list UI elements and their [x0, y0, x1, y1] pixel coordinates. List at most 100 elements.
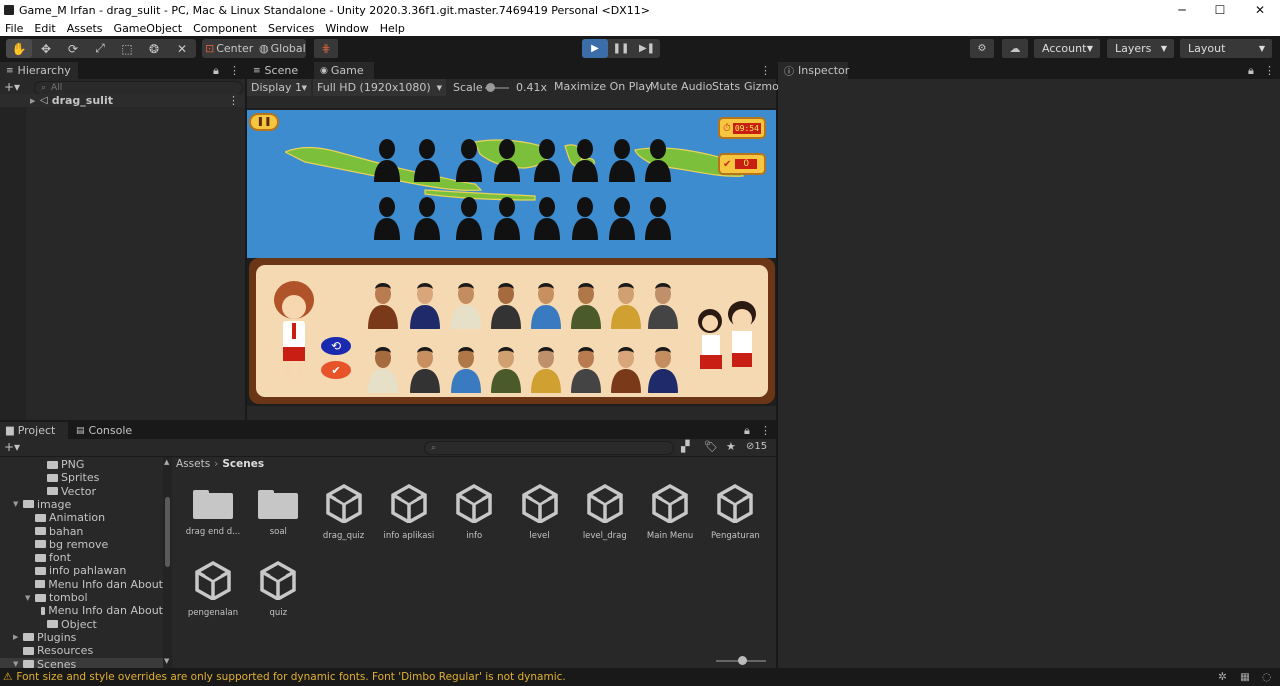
silhouette-slot[interactable] — [643, 136, 673, 182]
silhouette-slot[interactable] — [532, 136, 562, 182]
menu-edit[interactable]: Edit — [34, 22, 55, 35]
menu-services[interactable]: Services — [268, 22, 314, 35]
pause-icon[interactable]: ❚❚ — [249, 113, 279, 131]
cache-icon[interactable]: ▦ — [1240, 671, 1250, 683]
tree-item[interactable]: Menu Info dan About — [0, 578, 163, 591]
scroll-up-icon[interactable]: ▲ — [164, 458, 169, 466]
tab-inspector[interactable]: ⓘ Inspector — [778, 62, 849, 79]
step-button-icon[interactable]: ▶❚ — [634, 39, 660, 58]
game-viewport[interactable]: ❚❚ ⏱ 09:54 ✔ 0 ⟲ ✔ — [247, 108, 776, 406]
hero-portrait[interactable] — [408, 279, 442, 329]
tree-item[interactable]: ▶ Plugins — [0, 631, 163, 644]
hero-portrait[interactable] — [449, 343, 483, 393]
zoom-slider-thumb[interactable] — [738, 656, 747, 665]
hero-portrait[interactable] — [609, 343, 643, 393]
transform-tool-icon[interactable]: ❂ — [141, 39, 167, 58]
silhouette-slot[interactable] — [532, 194, 562, 240]
progress-icon[interactable]: ◌ — [1262, 671, 1271, 683]
hero-portrait[interactable] — [529, 343, 563, 393]
project-search-input[interactable]: ⌕ — [424, 441, 674, 455]
gizmos-dropdown[interactable]: Gizmo — [744, 80, 779, 93]
tree-item[interactable]: font — [0, 551, 163, 564]
add-icon[interactable]: +▾ — [4, 440, 20, 454]
hero-portrait[interactable] — [609, 279, 643, 329]
silhouette-slot[interactable] — [570, 136, 600, 182]
pivot-toggle[interactable]: ⊡ Center — [202, 39, 254, 58]
scrollbar-thumb[interactable] — [165, 497, 170, 567]
asset-item[interactable]: info aplikasi — [376, 483, 442, 541]
lock-icon[interactable]: 🔒︎ — [213, 62, 227, 79]
hidden-packages-toggle[interactable]: ⊘15 — [746, 441, 767, 452]
silhouette-slot[interactable] — [454, 194, 484, 240]
move-tool-icon[interactable]: ✥ — [33, 39, 59, 58]
menu-assets[interactable]: Assets — [67, 22, 103, 35]
expand-arrow-icon[interactable]: ▼ — [13, 660, 23, 668]
asset-item[interactable]: level — [507, 483, 573, 541]
refresh-icon[interactable]: ⟲ — [321, 337, 351, 355]
breadcrumb-assets[interactable]: Assets — [176, 458, 210, 470]
tree-item[interactable]: bahan — [0, 525, 163, 538]
display-dropdown[interactable]: Display 1 ▼ — [247, 79, 311, 96]
mute-audio-toggle[interactable]: Mute Audio — [650, 80, 712, 93]
asset-item[interactable]: drag end d... — [180, 487, 246, 537]
asset-item[interactable]: Pengaturan — [702, 483, 768, 541]
asset-item[interactable]: quiz — [245, 560, 311, 618]
minimize-button[interactable]: ─ — [1162, 0, 1202, 20]
pause-button-icon[interactable]: ❚❚ — [608, 39, 634, 58]
check-icon[interactable]: ✔ — [321, 361, 351, 379]
silhouette-slot[interactable] — [570, 194, 600, 240]
add-icon[interactable]: +▾ — [4, 80, 20, 94]
tab-console[interactable]: ▤ Console — [70, 422, 140, 439]
lock-icon[interactable]: 🔒︎ — [1248, 62, 1262, 79]
star-icon[interactable]: ★ — [726, 440, 736, 453]
tree-item[interactable]: Vector — [0, 485, 163, 498]
menu-component[interactable]: Component — [193, 22, 257, 35]
layers-dropdown[interactable]: Layers ▼ — [1107, 39, 1174, 58]
maximize-button[interactable]: ☐ — [1200, 0, 1240, 20]
hero-portrait[interactable] — [408, 343, 442, 393]
breadcrumb-scenes[interactable]: Scenes — [222, 458, 264, 470]
kebab-menu-icon[interactable]: ⋮ — [760, 422, 772, 439]
silhouette-slot[interactable] — [492, 194, 522, 240]
silhouette-slot[interactable] — [454, 136, 484, 182]
label-icon[interactable]: 🏷︎ — [704, 440, 718, 453]
menu-gameobject[interactable]: GameObject — [114, 22, 183, 35]
kebab-menu-icon[interactable]: ⋮ — [229, 62, 241, 79]
expand-arrow-icon[interactable]: ▼ — [25, 594, 35, 602]
hero-portrait[interactable] — [489, 343, 523, 393]
tree-item[interactable]: PNG — [0, 458, 163, 471]
close-button[interactable]: ✕ — [1240, 0, 1280, 20]
tab-game[interactable]: ◉ Game — [314, 62, 374, 79]
hero-portrait[interactable] — [569, 279, 603, 329]
layout-dropdown[interactable]: Layout ▼ — [1180, 39, 1272, 58]
hand-tool-icon[interactable]: ✋ — [6, 39, 32, 58]
status-bar[interactable]: ⚠ Font size and style overrides are only… — [0, 668, 1280, 686]
asset-item[interactable]: level_drag — [572, 483, 638, 541]
resolution-dropdown[interactable]: Full HD (1920x1080) ▼ — [313, 79, 446, 96]
asset-item[interactable]: pengenalan — [180, 560, 246, 618]
silhouette-slot[interactable] — [607, 136, 637, 182]
lock-icon[interactable]: 🔒︎ — [744, 422, 758, 439]
hero-portrait[interactable] — [646, 343, 680, 393]
tree-item[interactable]: info pahlawan — [0, 564, 163, 577]
scale-slider-thumb[interactable] — [486, 83, 495, 92]
tree-item[interactable]: ▼ Scenes — [0, 657, 163, 668]
asset-item[interactable]: Main Menu — [637, 483, 703, 541]
custom-tool-icon[interactable]: ✕ — [169, 39, 195, 58]
grid-snap-icon[interactable]: ⋕ — [314, 39, 338, 58]
asset-item[interactable]: drag_quiz — [311, 483, 377, 541]
expand-arrow-icon[interactable]: ▶ — [13, 633, 23, 641]
play-button-icon[interactable]: ▶ — [582, 39, 608, 58]
tree-item[interactable]: bg remove — [0, 538, 163, 551]
kebab-menu-icon[interactable]: ⋮ — [228, 94, 239, 107]
silhouette-slot[interactable] — [372, 136, 402, 182]
space-toggle[interactable]: ◍ Global — [256, 39, 306, 58]
filter-type-icon[interactable]: ▞ — [681, 440, 689, 453]
silhouette-slot[interactable] — [412, 194, 442, 240]
cloud-icon[interactable]: ☁ — [1002, 39, 1028, 58]
hero-portrait[interactable] — [489, 279, 523, 329]
tree-item[interactable]: Animation — [0, 511, 163, 524]
asset-item[interactable]: info — [441, 483, 507, 541]
tree-item[interactable]: ▼ tombol — [0, 591, 163, 604]
silhouette-slot[interactable] — [492, 136, 522, 182]
